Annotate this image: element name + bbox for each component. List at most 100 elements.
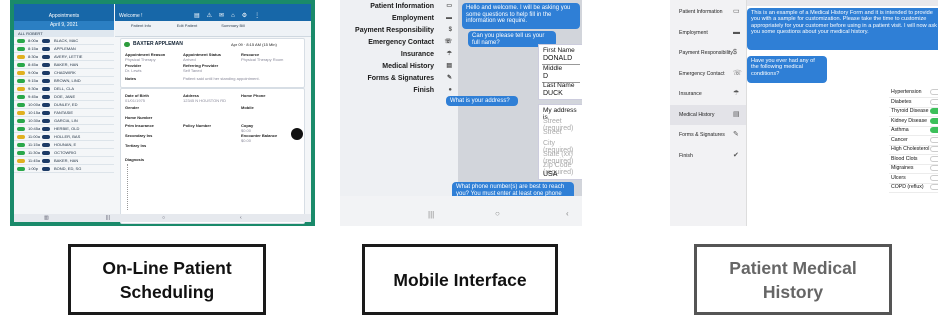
condition-label: High Cholesterol (891, 146, 930, 152)
toolbar-icons[interactable]: ▤⚠✉⌂⚙⋮ (194, 12, 294, 21)
appointment-row[interactable]: 9:15a BROWN, LIND (14, 77, 114, 85)
menu-item[interactable]: Emergency Contact ☏ (340, 37, 458, 48)
appointment-row[interactable]: 10:45a HERBIE, OLD (14, 125, 114, 133)
condition-toggle[interactable] (930, 136, 938, 143)
provider-filter[interactable]: ALL ROBERT (14, 30, 114, 37)
patient-name: BAKER, HAN (54, 158, 79, 163)
nav-recent-icon[interactable]: ||| (428, 210, 434, 219)
tab-edit-patient[interactable]: Edit Patient (167, 23, 207, 28)
caption-mobile: Mobile Interface (362, 244, 558, 315)
condition-label: Blood Clots (891, 155, 918, 162)
status-dot (17, 119, 25, 123)
menu-item[interactable]: Insurance ☂ (670, 84, 746, 104)
patient-name: DOE, JANE (54, 94, 76, 99)
condition-toggle[interactable] (930, 108, 938, 114)
menu-item-icon: $ (733, 49, 737, 56)
menu-item-label: Payment Responsibility (355, 27, 434, 34)
appointment-row[interactable]: 11:30a OCTOWRIG (14, 149, 114, 157)
menu-item[interactable]: Payment Responsibility $ (670, 43, 746, 63)
first-name-field[interactable]: DONALD (543, 55, 572, 62)
last-name-field[interactable]: DUCK (543, 90, 563, 97)
add-button[interactable] (291, 128, 303, 140)
appointment-time: 9:45a (28, 94, 39, 99)
nav-home-icon[interactable]: ○ (495, 209, 500, 218)
appointment-row[interactable]: 8:45a BAKER, HAN (14, 61, 114, 69)
condition-toggle[interactable] (930, 184, 938, 190)
nav-menu-icon[interactable]: ▥ (44, 214, 49, 222)
condition-row: Thyroid Disease (889, 107, 938, 117)
menu-item[interactable]: Medical History ▤ (670, 104, 746, 125)
nav-home-icon[interactable]: ○ (162, 214, 165, 222)
condition-row: High Cholesterol (889, 145, 938, 155)
appointment-row[interactable]: 9:30a DELL, CLA (14, 85, 114, 93)
condition-row: Migraines (889, 164, 938, 174)
provider-pill (42, 167, 50, 171)
condition-toggle[interactable] (930, 117, 938, 124)
menu-item[interactable]: Payment Responsibility $ (340, 25, 458, 36)
field-value: Physical Therapy (125, 57, 156, 62)
menu-item-icon: ☂ (446, 51, 452, 57)
appointment-row[interactable]: 8:15a APPLEMAN (14, 45, 114, 53)
condition-toggle[interactable] (930, 165, 938, 171)
nav-recent-icon[interactable]: ||| (106, 214, 110, 222)
appointment-row[interactable]: 10:00a DUNLEY, ED (14, 101, 114, 109)
menu-item[interactable]: Employment ▬ (340, 13, 458, 24)
scheduling-app: Appointments April 9, 2021 ALL ROBERT 8:… (14, 4, 311, 224)
menu-item-label: Insurance (679, 91, 702, 97)
patient-name: CHADWIRK (54, 70, 76, 75)
appointment-row[interactable]: 10:15a FANTASIE (14, 109, 114, 117)
field-value: Physical Therapy Room (241, 57, 284, 62)
detail-value: $0.00 (241, 138, 252, 143)
menu-item[interactable]: Finish ✔ (670, 146, 746, 166)
middle-name-field[interactable]: D (543, 73, 548, 80)
appointment-row[interactable]: 8:30a AVERY, LETTIE (14, 53, 114, 61)
detail-label: Home Phone (241, 93, 266, 98)
menu-item[interactable]: Forms & Signatures ✎ (670, 125, 746, 145)
status-dot (17, 167, 25, 171)
patient-name: GARCIA, LIN (54, 118, 78, 123)
tab-patient-info[interactable]: Patient Info (121, 23, 161, 28)
condition-toggle[interactable] (930, 89, 938, 95)
menu-item[interactable]: Medical History ▤ (340, 61, 458, 72)
patient-name: BOND, ED, SG (54, 166, 82, 171)
menu-item[interactable]: Forms & Signatures ✎ (340, 73, 458, 84)
date-selector[interactable]: April 9, 2021 (14, 21, 114, 30)
condition-toggle[interactable] (930, 127, 938, 133)
menu-item[interactable]: Emergency Contact ☏ (670, 64, 746, 84)
condition-toggle[interactable] (930, 174, 938, 181)
mobile-screenshot: Patient Information ▭ Employment ▬ Payment R… (340, 0, 582, 226)
appointment-time: 9:15a (28, 78, 39, 83)
menu-item-label: Emergency Contact (679, 70, 725, 77)
appointment-card: BAXTER APPLEMAN Apr 09 · 8:15 AM (15 Min… (120, 38, 305, 88)
tab-summary-bill[interactable]: Summary Bill (213, 23, 253, 28)
nav-back-icon[interactable]: ‹ (240, 214, 242, 222)
appointment-row[interactable]: 8:00a BLACK, MAC (14, 37, 114, 45)
appointment-row[interactable]: 1:00p BOND, ED, SG (14, 165, 114, 173)
menu-item[interactable]: Patient Information ▭ (340, 1, 458, 12)
appointment-row[interactable]: 10:30a GARCIA, LIN (14, 117, 114, 125)
menu-item[interactable]: Patient Information ▭ (670, 2, 746, 22)
caption-scheduling: On-Line Patient Scheduling (68, 244, 266, 315)
status-dot (17, 39, 25, 43)
appointment-row[interactable]: 11:45a BAKER, HAN (14, 157, 114, 165)
appointment-row[interactable]: 11:00a HOLLER, BAS (14, 133, 114, 141)
menu-item-icon: ✔ (733, 151, 739, 159)
last-name-label: Last Name (543, 82, 575, 89)
condition-toggle[interactable] (930, 98, 938, 105)
appointment-row[interactable]: 9:00a CHADWIRK (14, 69, 114, 77)
condition-row: Asthma (889, 126, 938, 136)
nav-back-icon[interactable]: ‹ (566, 209, 569, 218)
menu-item[interactable]: Finish ● (340, 85, 458, 96)
detail-label: Mobile (241, 105, 254, 110)
appointment-row[interactable]: 11:15a HOUNAN, E (14, 141, 114, 149)
condition-toggle[interactable] (930, 146, 938, 152)
middle-name-label: Middle (543, 65, 563, 72)
provider-pill (42, 119, 50, 123)
condition-toggle[interactable] (930, 155, 938, 162)
menu-item[interactable]: Employment ▬ (670, 23, 746, 43)
country-field[interactable]: USA (543, 171, 557, 178)
street2-field[interactable]: Street (543, 129, 562, 136)
condition-row: Hypertension (889, 88, 938, 98)
menu-item[interactable]: Insurance ☂ (340, 49, 458, 60)
appointment-row[interactable]: 9:45a DOE, JANE (14, 93, 114, 101)
